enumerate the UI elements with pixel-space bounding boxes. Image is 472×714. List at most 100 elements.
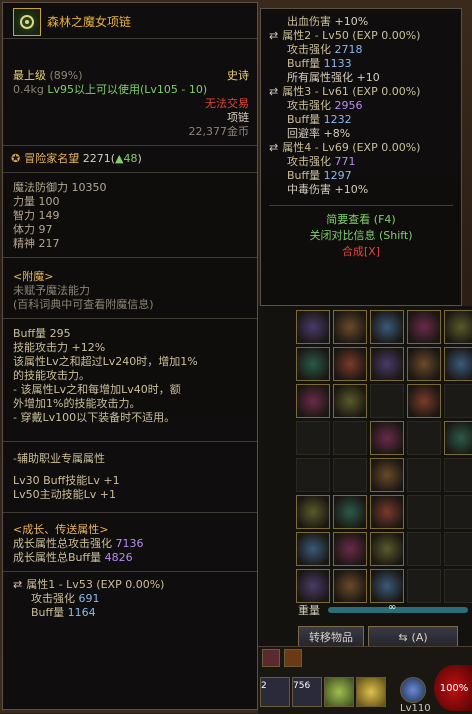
- enchant-section: <附魔> 未赋予魔法能力 (百科词典中可查看附魔信息): [3, 258, 257, 319]
- inventory-slot[interactable]: [444, 458, 472, 492]
- inventory-slot[interactable]: [370, 495, 404, 529]
- item-icon: [297, 570, 329, 602]
- item-weight: 0.4kg: [13, 83, 44, 96]
- inventory-slot[interactable]: [296, 569, 330, 603]
- compose-hint[interactable]: 合成[X]: [269, 244, 453, 260]
- inventory-slot[interactable]: [407, 347, 441, 381]
- item-icon: [334, 348, 366, 380]
- inventory-slot[interactable]: [296, 532, 330, 566]
- inventory-slot[interactable]: [333, 421, 367, 455]
- weight-value: ∞: [388, 602, 397, 613]
- attr-label: 回避率: [287, 127, 320, 140]
- item-icon: [371, 533, 403, 565]
- inventory-slot[interactable]: [370, 421, 404, 455]
- item-icon: [445, 311, 472, 343]
- item-icon: [371, 311, 403, 343]
- support-line: Lv30 Buff技能Lv +1: [13, 474, 120, 487]
- inventory-slot[interactable]: [370, 569, 404, 603]
- attr-title: 属性3 - Lv61 (EXP 0.00%): [282, 85, 421, 98]
- stat-row: 智力 149: [13, 209, 249, 223]
- inventory-slot[interactable]: [444, 569, 472, 603]
- skill-slot[interactable]: [324, 677, 354, 707]
- support-line: Lv50主动技能Lv +1: [13, 488, 116, 501]
- inventory-slot[interactable]: [407, 569, 441, 603]
- stat-value: 97: [38, 223, 53, 236]
- inventory-slot[interactable]: [333, 495, 367, 529]
- effect-section: Buff量 295 技能攻击力 +12% 该属性Lv之和超过Lv240时，增加1…: [3, 319, 257, 442]
- item-rarity: 史诗: [227, 69, 249, 82]
- inventory-slot[interactable]: [296, 421, 330, 455]
- inventory-slot[interactable]: [370, 310, 404, 344]
- slot-number: 756: [293, 681, 311, 691]
- inventory-slot[interactable]: [333, 458, 367, 492]
- item-type: 项链: [227, 111, 249, 124]
- inventory-slot[interactable]: [333, 532, 367, 566]
- inventory-slot[interactable]: [296, 310, 330, 344]
- inventory-slot[interactable]: [296, 347, 330, 381]
- item-grade: 最上级: [13, 69, 46, 82]
- item-icon: [371, 496, 403, 528]
- quick-item-icon[interactable]: [284, 649, 302, 667]
- inventory-slot[interactable]: [333, 569, 367, 603]
- stat-label: 体力: [13, 223, 35, 236]
- inventory-slot[interactable]: [444, 495, 472, 529]
- fame-value: 2271(: [82, 152, 116, 165]
- inventory-slot[interactable]: [370, 347, 404, 381]
- transfer-items-button[interactable]: 转移物品: [298, 626, 364, 648]
- inventory-slot[interactable]: [370, 532, 404, 566]
- slot-number: 2: [261, 681, 267, 691]
- hp-orb: 100%: [434, 665, 472, 711]
- attr-label: 所有属性强化: [287, 71, 353, 84]
- stat-row: 力量 100: [13, 195, 249, 209]
- close-compare-hint[interactable]: 关闭对比信息 (Shift): [269, 228, 453, 244]
- inventory-slot[interactable]: [296, 495, 330, 529]
- inventory-slot[interactable]: [444, 421, 472, 455]
- inventory-slot[interactable]: [407, 310, 441, 344]
- inventory-slot[interactable]: [407, 384, 441, 418]
- inventory-slot[interactable]: [296, 458, 330, 492]
- inventory-slot[interactable]: [370, 458, 404, 492]
- item-icon: [297, 311, 329, 343]
- skill-slot[interactable]: 2: [260, 677, 290, 707]
- swap-icon: ⇄: [269, 141, 279, 154]
- skill-slot[interactable]: 756: [292, 677, 322, 707]
- inventory-slot[interactable]: [444, 347, 472, 381]
- brief-view-hint[interactable]: 简要查看 (F4): [269, 212, 453, 228]
- item-icon: [334, 496, 366, 528]
- attr-label: Buff量: [287, 57, 321, 70]
- growth-title: <成长、传送属性>: [13, 523, 109, 536]
- fame-row: ✪ 冒险家名望 2271(▲48): [3, 146, 257, 173]
- fame-close-paren: ): [137, 152, 142, 165]
- enchant-line: (百科词典中可查看附魔信息): [13, 298, 154, 311]
- attr-value: 1164: [67, 606, 96, 619]
- inventory-slot[interactable]: [444, 532, 472, 566]
- sort-button[interactable]: ⇆ (A): [368, 626, 458, 648]
- stat-value: 100: [38, 195, 60, 208]
- inventory-slot[interactable]: [444, 310, 472, 344]
- stat-list: 魔法防御力 10350 力量 100 智力 149 体力 97 精神 217: [3, 173, 257, 258]
- inventory-slot[interactable]: [333, 384, 367, 418]
- item-icon: [297, 533, 329, 565]
- attr-value: 2956: [334, 99, 363, 112]
- inventory-slot[interactable]: [407, 495, 441, 529]
- inventory-slot[interactable]: [333, 310, 367, 344]
- attr-label: Buff量: [287, 113, 321, 126]
- inventory-slot[interactable]: [333, 347, 367, 381]
- attr-label: 攻击强化: [287, 99, 331, 112]
- stat-label: 魔法防御力: [13, 181, 68, 194]
- inventory-slot[interactable]: [407, 421, 441, 455]
- inventory-slot[interactable]: [296, 384, 330, 418]
- character-orb[interactable]: [400, 677, 426, 703]
- enchant-line: 未赋予魔法能力: [13, 284, 90, 297]
- stat-value: 10350: [71, 181, 107, 194]
- inventory-slot[interactable]: [444, 384, 472, 418]
- inventory-slot[interactable]: [407, 458, 441, 492]
- effect-line: 技能攻击力 +12%: [13, 341, 106, 354]
- inventory-slot[interactable]: [407, 532, 441, 566]
- skill-slot[interactable]: [356, 677, 386, 707]
- item-icon: [297, 496, 329, 528]
- attr-value: 691: [78, 592, 100, 605]
- swap-icon: ⇄: [269, 85, 279, 98]
- heart-icon[interactable]: [262, 649, 280, 667]
- inventory-slot[interactable]: [370, 384, 404, 418]
